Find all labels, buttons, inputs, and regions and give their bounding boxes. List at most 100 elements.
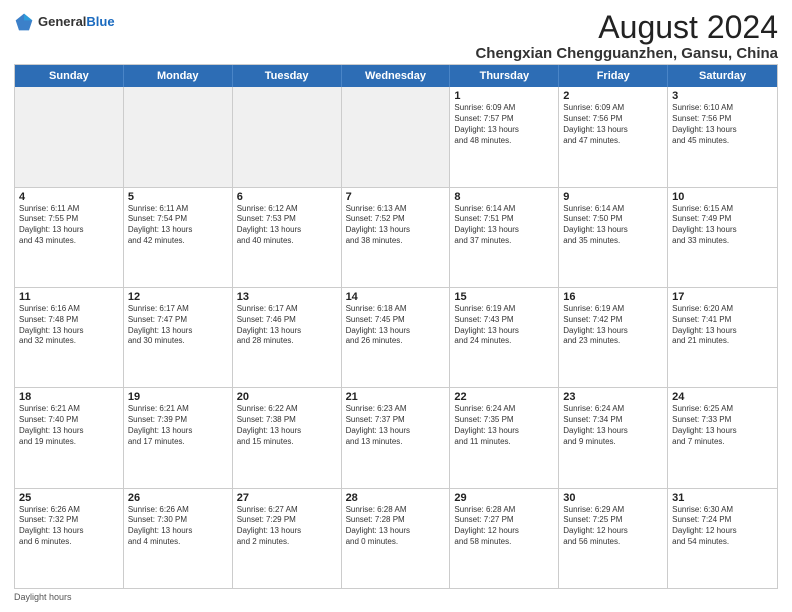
day-number: 7 <box>346 191 446 203</box>
calendar-cell: 2Sunrise: 6:09 AM Sunset: 7:56 PM Daylig… <box>559 87 668 186</box>
day-number: 24 <box>672 391 773 403</box>
calendar-cell <box>342 87 451 186</box>
cell-info: Sunrise: 6:26 AM Sunset: 7:30 PM Dayligh… <box>128 505 228 548</box>
calendar-cell: 1Sunrise: 6:09 AM Sunset: 7:57 PM Daylig… <box>450 87 559 186</box>
header-saturday: Saturday <box>668 65 777 87</box>
page: GeneralBlue August 2024 Chengxian Chengg… <box>0 0 792 612</box>
day-number: 28 <box>346 492 446 504</box>
cell-info: Sunrise: 6:24 AM Sunset: 7:35 PM Dayligh… <box>454 404 554 447</box>
cell-info: Sunrise: 6:24 AM Sunset: 7:34 PM Dayligh… <box>563 404 663 447</box>
cell-info: Sunrise: 6:23 AM Sunset: 7:37 PM Dayligh… <box>346 404 446 447</box>
calendar-row: 4Sunrise: 6:11 AM Sunset: 7:55 PM Daylig… <box>15 188 777 288</box>
calendar-cell: 29Sunrise: 6:28 AM Sunset: 7:27 PM Dayli… <box>450 489 559 588</box>
day-number: 23 <box>563 391 663 403</box>
title-block: August 2024 Chengxian Chengguanzhen, Gan… <box>475 10 778 62</box>
logo: GeneralBlue <box>14 12 115 32</box>
calendar-cell: 8Sunrise: 6:14 AM Sunset: 7:51 PM Daylig… <box>450 188 559 287</box>
calendar-cell: 23Sunrise: 6:24 AM Sunset: 7:34 PM Dayli… <box>559 388 668 487</box>
header: GeneralBlue August 2024 Chengxian Chengg… <box>14 10 778 62</box>
calendar-cell <box>233 87 342 186</box>
calendar-row: 25Sunrise: 6:26 AM Sunset: 7:32 PM Dayli… <box>15 489 777 588</box>
logo-text: GeneralBlue <box>38 13 115 31</box>
cell-info: Sunrise: 6:20 AM Sunset: 7:41 PM Dayligh… <box>672 304 773 347</box>
cell-info: Sunrise: 6:10 AM Sunset: 7:56 PM Dayligh… <box>672 103 773 146</box>
cell-info: Sunrise: 6:28 AM Sunset: 7:28 PM Dayligh… <box>346 505 446 548</box>
cell-info: Sunrise: 6:14 AM Sunset: 7:50 PM Dayligh… <box>563 204 663 247</box>
day-number: 5 <box>128 191 228 203</box>
calendar-cell: 28Sunrise: 6:28 AM Sunset: 7:28 PM Dayli… <box>342 489 451 588</box>
cell-info: Sunrise: 6:11 AM Sunset: 7:54 PM Dayligh… <box>128 204 228 247</box>
calendar-cell: 21Sunrise: 6:23 AM Sunset: 7:37 PM Dayli… <box>342 388 451 487</box>
calendar: Sunday Monday Tuesday Wednesday Thursday… <box>14 64 778 589</box>
day-number: 9 <box>563 191 663 203</box>
calendar-cell: 15Sunrise: 6:19 AM Sunset: 7:43 PM Dayli… <box>450 288 559 387</box>
calendar-cell: 26Sunrise: 6:26 AM Sunset: 7:30 PM Dayli… <box>124 489 233 588</box>
calendar-cell: 4Sunrise: 6:11 AM Sunset: 7:55 PM Daylig… <box>15 188 124 287</box>
header-friday: Friday <box>559 65 668 87</box>
cell-info: Sunrise: 6:18 AM Sunset: 7:45 PM Dayligh… <box>346 304 446 347</box>
cell-info: Sunrise: 6:16 AM Sunset: 7:48 PM Dayligh… <box>19 304 119 347</box>
header-tuesday: Tuesday <box>233 65 342 87</box>
day-number: 31 <box>672 492 773 504</box>
footer-text: Daylight hours <box>14 592 72 602</box>
day-number: 30 <box>563 492 663 504</box>
cell-info: Sunrise: 6:17 AM Sunset: 7:46 PM Dayligh… <box>237 304 337 347</box>
cell-info: Sunrise: 6:27 AM Sunset: 7:29 PM Dayligh… <box>237 505 337 548</box>
day-number: 6 <box>237 191 337 203</box>
day-number: 12 <box>128 291 228 303</box>
calendar-cell: 16Sunrise: 6:19 AM Sunset: 7:42 PM Dayli… <box>559 288 668 387</box>
day-number: 10 <box>672 191 773 203</box>
month-title: August 2024 <box>475 10 778 45</box>
header-wednesday: Wednesday <box>342 65 451 87</box>
cell-info: Sunrise: 6:21 AM Sunset: 7:40 PM Dayligh… <box>19 404 119 447</box>
cell-info: Sunrise: 6:25 AM Sunset: 7:33 PM Dayligh… <box>672 404 773 447</box>
cell-info: Sunrise: 6:09 AM Sunset: 7:57 PM Dayligh… <box>454 103 554 146</box>
calendar-cell: 20Sunrise: 6:22 AM Sunset: 7:38 PM Dayli… <box>233 388 342 487</box>
day-number: 3 <box>672 90 773 102</box>
day-number: 16 <box>563 291 663 303</box>
cell-info: Sunrise: 6:19 AM Sunset: 7:43 PM Dayligh… <box>454 304 554 347</box>
calendar-cell: 9Sunrise: 6:14 AM Sunset: 7:50 PM Daylig… <box>559 188 668 287</box>
day-number: 21 <box>346 391 446 403</box>
day-number: 20 <box>237 391 337 403</box>
day-number: 29 <box>454 492 554 504</box>
day-number: 8 <box>454 191 554 203</box>
day-number: 18 <box>19 391 119 403</box>
cell-info: Sunrise: 6:28 AM Sunset: 7:27 PM Dayligh… <box>454 505 554 548</box>
calendar-cell: 6Sunrise: 6:12 AM Sunset: 7:53 PM Daylig… <box>233 188 342 287</box>
calendar-cell: 10Sunrise: 6:15 AM Sunset: 7:49 PM Dayli… <box>668 188 777 287</box>
day-number: 22 <box>454 391 554 403</box>
day-number: 13 <box>237 291 337 303</box>
logo-icon <box>14 12 34 32</box>
cell-info: Sunrise: 6:15 AM Sunset: 7:49 PM Dayligh… <box>672 204 773 247</box>
cell-info: Sunrise: 6:13 AM Sunset: 7:52 PM Dayligh… <box>346 204 446 247</box>
cell-info: Sunrise: 6:26 AM Sunset: 7:32 PM Dayligh… <box>19 505 119 548</box>
header-sunday: Sunday <box>15 65 124 87</box>
day-number: 14 <box>346 291 446 303</box>
footer: Daylight hours <box>14 592 778 602</box>
cell-info: Sunrise: 6:12 AM Sunset: 7:53 PM Dayligh… <box>237 204 337 247</box>
calendar-row: 11Sunrise: 6:16 AM Sunset: 7:48 PM Dayli… <box>15 288 777 388</box>
location-title: Chengxian Chengguanzhen, Gansu, China <box>475 45 778 62</box>
day-number: 2 <box>563 90 663 102</box>
calendar-cell: 25Sunrise: 6:26 AM Sunset: 7:32 PM Dayli… <box>15 489 124 588</box>
cell-info: Sunrise: 6:11 AM Sunset: 7:55 PM Dayligh… <box>19 204 119 247</box>
header-thursday: Thursday <box>450 65 559 87</box>
day-number: 4 <box>19 191 119 203</box>
cell-info: Sunrise: 6:14 AM Sunset: 7:51 PM Dayligh… <box>454 204 554 247</box>
cell-info: Sunrise: 6:29 AM Sunset: 7:25 PM Dayligh… <box>563 505 663 548</box>
header-monday: Monday <box>124 65 233 87</box>
day-number: 27 <box>237 492 337 504</box>
calendar-cell: 19Sunrise: 6:21 AM Sunset: 7:39 PM Dayli… <box>124 388 233 487</box>
calendar-cell <box>124 87 233 186</box>
calendar-body: 1Sunrise: 6:09 AM Sunset: 7:57 PM Daylig… <box>15 87 777 588</box>
calendar-cell: 3Sunrise: 6:10 AM Sunset: 7:56 PM Daylig… <box>668 87 777 186</box>
logo-general: General <box>38 14 86 29</box>
calendar-cell: 18Sunrise: 6:21 AM Sunset: 7:40 PM Dayli… <box>15 388 124 487</box>
day-number: 11 <box>19 291 119 303</box>
cell-info: Sunrise: 6:17 AM Sunset: 7:47 PM Dayligh… <box>128 304 228 347</box>
day-number: 15 <box>454 291 554 303</box>
calendar-cell: 30Sunrise: 6:29 AM Sunset: 7:25 PM Dayli… <box>559 489 668 588</box>
calendar-cell: 5Sunrise: 6:11 AM Sunset: 7:54 PM Daylig… <box>124 188 233 287</box>
calendar-header: Sunday Monday Tuesday Wednesday Thursday… <box>15 65 777 87</box>
